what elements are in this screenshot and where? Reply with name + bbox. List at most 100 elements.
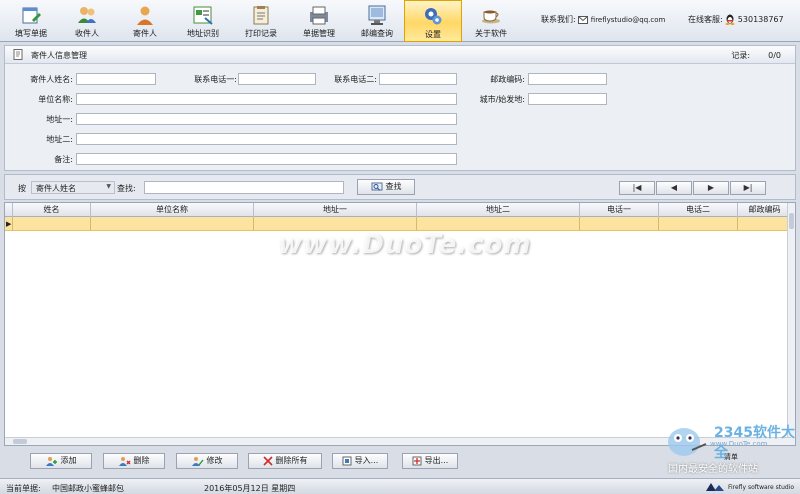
export-icon	[412, 456, 422, 465]
address1-input[interactable]	[76, 113, 457, 125]
phone2-input[interactable]	[379, 73, 457, 85]
settings-gear-icon	[425, 8, 442, 25]
column-header[interactable]: 电话二	[659, 203, 738, 217]
toolbar-label: 设置	[425, 30, 441, 39]
toolbar-document-management[interactable]: 单据管理	[290, 0, 348, 42]
edit-form-icon	[22, 7, 41, 24]
edit-button[interactable]: 修改	[176, 453, 238, 469]
add-button[interactable]: 添加	[30, 453, 92, 469]
records-value: 0/0	[768, 51, 781, 60]
mascot-icon	[668, 428, 707, 456]
support-qq[interactable]: 530138767	[738, 15, 784, 24]
toolbar-postcode-query[interactable]: 邮编查询	[348, 0, 406, 42]
company-input[interactable]	[76, 93, 457, 105]
contact-email[interactable]: fireflystudio@qq.com	[591, 16, 666, 24]
toolbar-recipients[interactable]: 收件人	[58, 0, 116, 42]
address-recognition-icon	[193, 6, 213, 25]
search-by-label: 按	[18, 184, 26, 193]
search-bar: 按 寄件人姓名 ▼ 查找: 查找 |◀ ◀ ▶ ▶|	[4, 174, 796, 200]
delete-button[interactable]: 删除	[103, 453, 165, 469]
support-label: 在线客服:	[688, 15, 723, 24]
import-button[interactable]: 导入...	[332, 453, 388, 469]
toolbar-about[interactable]: 关于软件	[462, 0, 520, 42]
delete-button-label: 删除	[133, 456, 150, 465]
postcode-label: 邮政编码:	[490, 75, 525, 84]
column-header[interactable]: 单位名称	[91, 203, 254, 217]
phone1-input[interactable]	[238, 73, 316, 85]
toolbar-settings[interactable]: 设置	[404, 0, 462, 42]
column-header[interactable]: 姓名	[13, 203, 91, 217]
address2-input[interactable]	[76, 133, 457, 145]
find-button[interactable]: 查找	[357, 179, 415, 195]
remark-input[interactable]	[76, 153, 457, 165]
nav-last-button[interactable]: ▶|	[730, 181, 766, 195]
status-date: 2016年05月12日 星期四	[204, 484, 296, 493]
column-header[interactable]: 邮政编码	[738, 203, 791, 217]
toolbar-label: 关于软件	[475, 29, 507, 38]
table-row[interactable]: ▶	[5, 217, 791, 231]
table-cell[interactable]	[254, 217, 417, 230]
import-button-label: 导入...	[354, 456, 379, 465]
edit-button-label: 修改	[206, 456, 223, 465]
column-header[interactable]: 电话一	[580, 203, 659, 217]
scroll-thumb[interactable]	[789, 213, 794, 229]
badge-slogan-text: 国内最安全的软件站	[668, 464, 758, 475]
panel-header: 寄件人信息管理 记录: 0/0	[5, 46, 795, 64]
city-label: 城市/始发地:	[479, 95, 525, 104]
toolbar-address-recognition[interactable]: 地址识别	[174, 0, 232, 42]
table-cell[interactable]	[13, 217, 91, 230]
toolbar-label: 地址识别	[187, 29, 219, 38]
toolbar-fill-form[interactable]: 填写单据	[2, 0, 60, 42]
toolbar-label: 填写单据	[15, 29, 47, 38]
find-icon	[371, 182, 382, 191]
add-user-icon	[45, 456, 57, 466]
status-bar: 当前单据: 中国邮政小蜜蜂邮包 2016年05月12日 星期四 Firefly …	[0, 478, 800, 494]
mail-icon	[578, 15, 589, 24]
panel-title: 寄件人信息管理	[31, 51, 87, 60]
current-document-value: 中国邮政小蜜蜂邮包	[52, 484, 124, 493]
sender-name-input[interactable]	[76, 73, 156, 85]
toolbar-sender[interactable]: 寄件人	[116, 0, 174, 42]
export-button-label: 导出...	[424, 456, 449, 465]
company-label: 单位名称:	[38, 95, 73, 104]
delete-user-icon	[118, 456, 130, 466]
records-label: 记录:	[731, 51, 751, 60]
add-button-label: 添加	[60, 456, 77, 465]
address1-label: 地址一:	[46, 115, 73, 124]
print-records-icon	[253, 6, 269, 25]
table-cell[interactable]	[659, 217, 738, 230]
nav-next-button[interactable]: ▶	[693, 181, 729, 195]
city-input[interactable]	[528, 93, 607, 105]
scroll-thumb[interactable]	[13, 439, 27, 444]
qq-penguin-icon	[725, 14, 735, 25]
duote-watermark: www.DuoTe.com	[278, 230, 532, 260]
search-field-value: 寄件人姓名	[36, 184, 76, 193]
toolbar-print-records[interactable]: 打印记录	[232, 0, 290, 42]
nav-prev-button[interactable]: ◀	[656, 181, 692, 195]
document-icon	[13, 49, 23, 60]
sender-name-label: 寄件人姓名:	[30, 75, 73, 84]
current-document-label: 当前单据:	[6, 484, 41, 493]
export-button[interactable]: 导出...	[402, 453, 458, 469]
row-selector	[5, 217, 13, 230]
postcode-input[interactable]	[528, 73, 607, 85]
table-cell[interactable]	[91, 217, 254, 230]
delete-all-button[interactable]: 删除所有	[248, 453, 322, 469]
brand-label: Firefly software studio	[728, 484, 795, 491]
table-cell[interactable]	[417, 217, 580, 230]
table-cell[interactable]	[738, 217, 791, 230]
column-header[interactable]: 地址二	[417, 203, 580, 217]
delete-all-button-label: 删除所有	[275, 456, 308, 465]
software-site-watermark: 2345软件大全 www.DuoTe.com 国内最安全的软件站 清单	[660, 418, 800, 476]
chevron-down-icon: ▼	[106, 183, 111, 190]
find-label: 查找:	[117, 184, 136, 193]
table-cell[interactable]	[580, 217, 659, 230]
toolbar-label: 打印记录	[245, 29, 277, 38]
sender-info-panel: 寄件人信息管理 记录: 0/0 寄件人姓名: 联系电话一: 联系电话二: 邮政编码…	[4, 45, 796, 171]
nav-first-button[interactable]: |◀	[619, 181, 655, 195]
search-field-select[interactable]: 寄件人姓名 ▼	[31, 181, 115, 194]
vertical-scrollbar[interactable]	[787, 203, 795, 445]
column-header[interactable]: 地址一	[254, 203, 417, 217]
search-input[interactable]	[144, 181, 344, 194]
contact-us: 联系我们: fireflystudio@qq.com	[541, 14, 665, 25]
